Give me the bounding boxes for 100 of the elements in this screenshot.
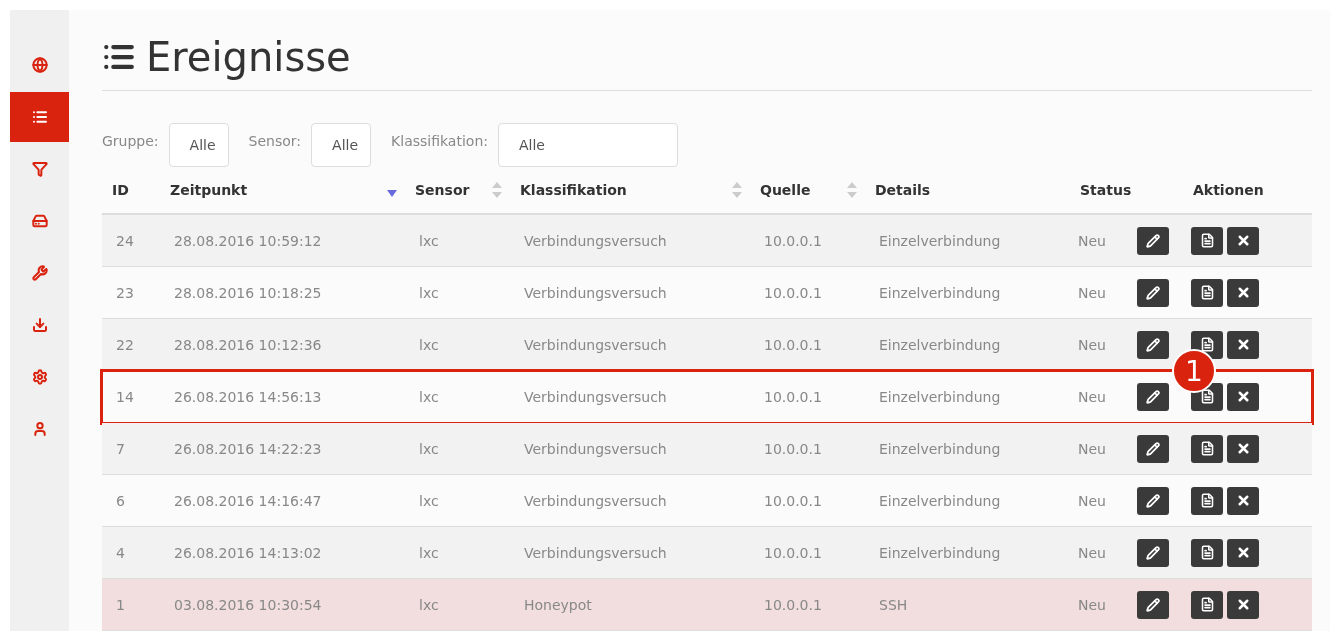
pencil-icon <box>1146 493 1160 508</box>
table-cell-text: lxc <box>418 596 440 613</box>
delete-button[interactable] <box>1227 330 1259 359</box>
document-icon <box>1199 545 1215 560</box>
pencil-icon <box>1146 285 1160 300</box>
column-header[interactable]: Sensor <box>415 182 470 198</box>
delete-button[interactable] <box>1227 278 1259 307</box>
edit-button[interactable] <box>1137 434 1169 463</box>
document-icon <box>1199 441 1215 456</box>
table-cell-text: Verbindungsversuch <box>523 544 668 561</box>
status-text: Neu <box>1078 284 1106 301</box>
pencil-icon <box>1146 545 1160 560</box>
column-header[interactable]: Aktionen <box>1193 182 1264 198</box>
document-icon <box>1199 337 1215 352</box>
table-cell-text: Einzelverbindung <box>878 232 1002 249</box>
status-text: Neu <box>1078 232 1106 249</box>
edit-button[interactable] <box>1137 590 1169 619</box>
delete-button[interactable] <box>1227 538 1259 567</box>
table-cell-text: Honeypot <box>523 596 593 613</box>
status-text: Neu <box>1078 596 1106 613</box>
document-icon <box>1199 389 1215 404</box>
table-cell-text: Einzelverbindung <box>878 284 1002 301</box>
details-button[interactable] <box>1191 590 1223 619</box>
table-cell-text: 26.08.2016 14:56:13 <box>173 388 323 405</box>
filter-select[interactable]: Alle <box>168 123 229 167</box>
document-icon <box>1199 493 1215 508</box>
sort-descending-icon[interactable] <box>387 190 397 198</box>
table-cell-text: Einzelverbindung <box>878 388 1002 405</box>
download-icon <box>31 317 48 333</box>
status-text: Neu <box>1078 544 1106 561</box>
sidebar-item[interactable] <box>10 92 69 142</box>
table-cell-text: Verbindungsversuch <box>523 388 668 405</box>
table-cell-text: 4 <box>115 544 126 561</box>
edit-button[interactable] <box>1137 330 1169 359</box>
details-button[interactable] <box>1191 538 1223 567</box>
table-cell-text: Einzelverbindung <box>878 336 1002 353</box>
table-cell-text: 14 <box>115 388 135 405</box>
table-cell-text: Einzelverbindung <box>878 440 1002 457</box>
filter-label: Klassifikation: <box>391 133 488 149</box>
table-cell-text: 10.0.0.1 <box>763 232 823 249</box>
table-cell-text: 23 <box>115 284 135 301</box>
table-cell-text: lxc <box>418 440 440 457</box>
delete-button[interactable] <box>1227 226 1259 255</box>
column-header[interactable]: Zeitpunkt <box>170 182 248 198</box>
column-header[interactable]: Status <box>1080 182 1132 198</box>
delete-button[interactable] <box>1227 382 1259 411</box>
status-text: Neu <box>1078 492 1106 509</box>
filter-label: Sensor: <box>248 133 302 149</box>
table-cell-text: lxc <box>418 232 440 249</box>
table-cell-text: 7 <box>115 440 126 457</box>
table-cell-text: Verbindungsversuch <box>523 492 668 509</box>
column-header[interactable]: Quelle <box>760 182 811 198</box>
table-cell-text: 28.08.2016 10:18:25 <box>173 284 323 301</box>
wrench-icon <box>31 265 48 281</box>
table-cell-text: lxc <box>418 284 440 301</box>
gear-icon <box>31 369 48 385</box>
delete-button[interactable] <box>1227 434 1259 463</box>
table-cell-text: 03.08.2016 10:30:54 <box>173 596 323 613</box>
user-icon <box>31 421 48 437</box>
details-button[interactable] <box>1191 226 1223 255</box>
edit-button[interactable] <box>1137 382 1169 411</box>
details-button[interactable] <box>1191 434 1223 463</box>
edit-button[interactable] <box>1137 538 1169 567</box>
table-cell-text: Verbindungsversuch <box>523 440 668 457</box>
globe-icon <box>31 57 48 73</box>
status-text: Neu <box>1078 388 1106 405</box>
pencil-icon <box>1146 389 1160 404</box>
table-cell-text: 10.0.0.1 <box>763 492 823 509</box>
pencil-icon <box>1146 441 1160 456</box>
filter-select[interactable]: Alle <box>311 123 372 167</box>
document-icon <box>1199 233 1215 248</box>
details-button[interactable] <box>1191 486 1223 515</box>
column-header[interactable]: Details <box>875 182 931 198</box>
column-header[interactable]: Klassifikation <box>520 182 627 198</box>
pencil-icon <box>1146 597 1160 612</box>
edit-button[interactable] <box>1137 486 1169 515</box>
delete-button[interactable] <box>1227 486 1259 515</box>
table-cell-text: 10.0.0.1 <box>763 284 823 301</box>
table-cell-text: lxc <box>418 388 440 405</box>
table-cell-text: 22 <box>115 336 135 353</box>
filter-select[interactable]: Alle <box>498 123 678 167</box>
table-cell-text: 26.08.2016 14:13:02 <box>173 544 323 561</box>
table-cell-text: Verbindungsversuch <box>523 336 668 353</box>
table-cell-text: 28.08.2016 10:59:12 <box>173 232 323 249</box>
column-header[interactable]: ID <box>112 182 129 198</box>
delete-button[interactable] <box>1227 590 1259 619</box>
pencil-icon <box>1146 233 1160 248</box>
filter-label: Gruppe: <box>102 133 159 149</box>
table-cell-text: 10.0.0.1 <box>763 440 823 457</box>
edit-button[interactable] <box>1137 278 1169 307</box>
table-cell-text: SSH <box>878 596 909 613</box>
table-cell-text: Verbindungsversuch <box>523 232 668 249</box>
table-cell-text: 1 <box>115 596 126 613</box>
details-button[interactable] <box>1191 278 1223 307</box>
edit-button[interactable] <box>1137 226 1169 255</box>
document-icon <box>1199 597 1215 612</box>
table-cell-text: 6 <box>115 492 126 509</box>
document-icon <box>1199 285 1215 300</box>
table-cell-text: lxc <box>418 492 440 509</box>
table-cell-text: 10.0.0.1 <box>763 544 823 561</box>
